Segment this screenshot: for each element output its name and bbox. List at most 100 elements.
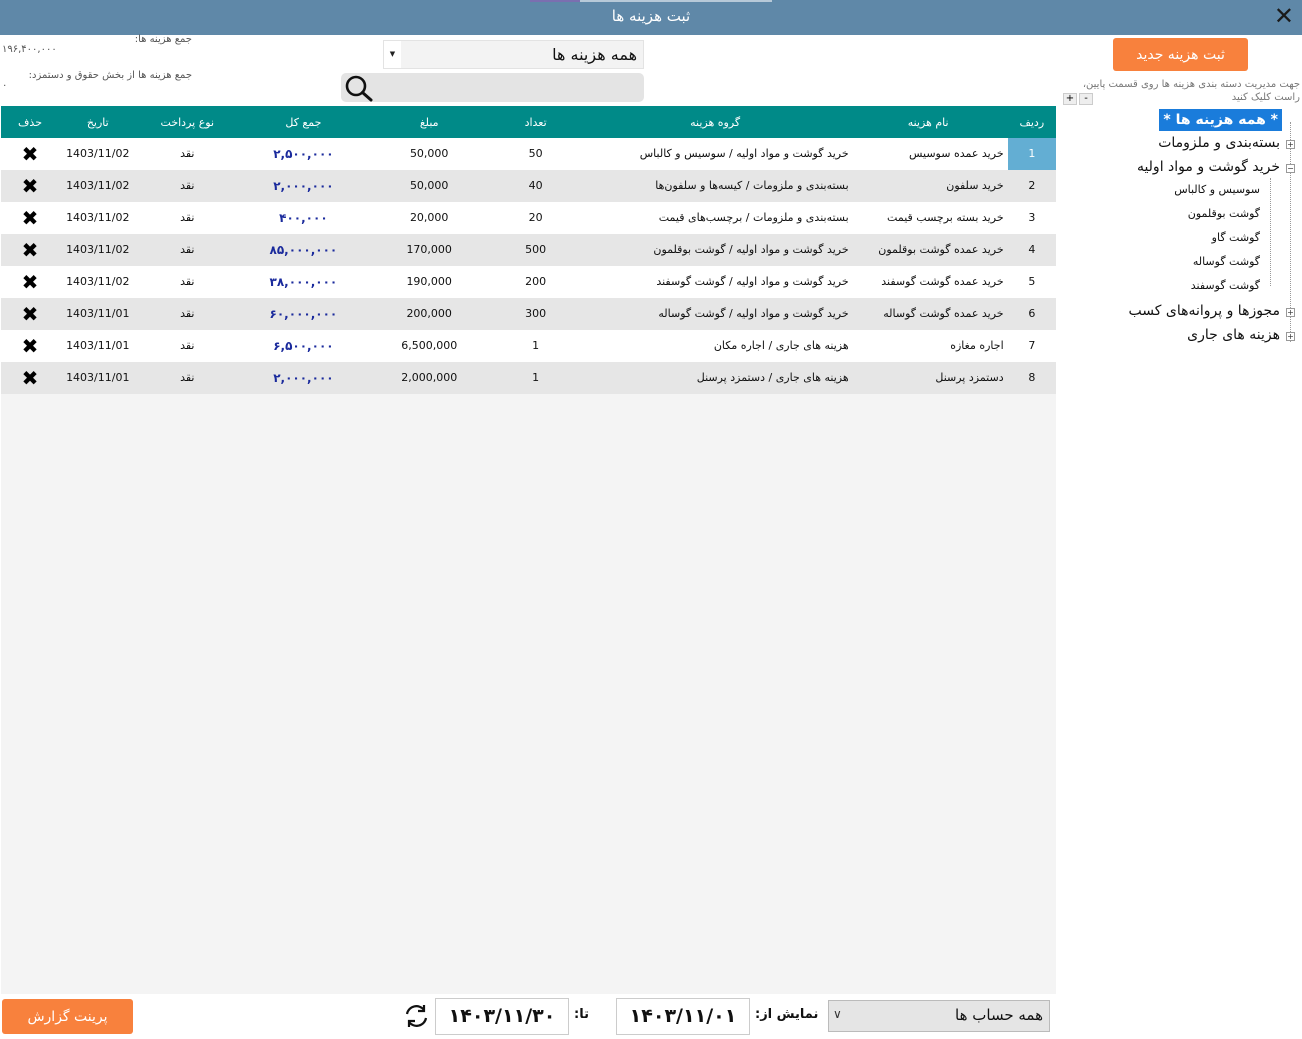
row-amount: 6,500,000 <box>401 339 458 352</box>
row-total: ۳۸,۰۰۰,۰۰۰ <box>269 275 338 289</box>
row-group: بسته‌بندی و ملزومات / کیسه‌ها و سلفون‌ها <box>655 179 849 192</box>
row-date: 1403/11/01 <box>66 339 130 352</box>
delete-icon[interactable]: ✖ <box>22 174 39 198</box>
tree-item-sausage[interactable]: سوسیس و کالباس <box>1174 183 1260 196</box>
delete-icon[interactable]: ✖ <box>22 302 39 326</box>
table-row[interactable]: 4 خرید عمده گوشت بوقلمون خرید گوشت و موا… <box>1 234 1056 266</box>
title-accent <box>580 0 772 2</box>
header-pay[interactable]: نوع پرداخت <box>136 106 238 138</box>
close-icon[interactable]: ✕ <box>1274 4 1294 28</box>
row-idx: 1 <box>1007 138 1056 170</box>
row-total: ۴۰۰,۰۰۰ <box>279 211 328 225</box>
row-group: خرید گوشت و مواد اولیه / گوشت گوساله <box>658 307 849 320</box>
table-row[interactable]: 8 دستمزد پرسنل هزینه های جاری / دستمزد پ… <box>1 362 1056 394</box>
tree-item-beef[interactable]: گوشت گاو <box>1212 231 1260 244</box>
expand-icon[interactable]: + <box>1286 140 1295 149</box>
header-del[interactable]: حذف <box>1 106 59 138</box>
header-date[interactable]: تاریخ <box>59 106 136 138</box>
row-pay: نقد <box>180 371 195 384</box>
delete-icon[interactable]: ✖ <box>22 238 39 262</box>
row-date: 1403/11/02 <box>66 275 130 288</box>
tree-item-turkey[interactable]: گوشت بوقلمون <box>1188 207 1260 220</box>
tree-item-veal[interactable]: گوشت گوساله <box>1193 255 1260 268</box>
salary-sum-value: ۰ <box>2 80 8 91</box>
expense-table: ردیف نام هزینه گروه هزینه تعداد مبلغ جمع… <box>1 106 1056 994</box>
row-pay: نقد <box>180 275 195 288</box>
row-date: 1403/11/01 <box>66 307 130 320</box>
search-icon[interactable] <box>344 74 374 102</box>
row-amount: 200,000 <box>406 307 452 320</box>
delete-icon[interactable]: ✖ <box>22 366 39 390</box>
row-idx: 2 <box>1028 179 1036 192</box>
table-row[interactable]: 7 اجاره مغازه هزینه های جاری / اجاره مکا… <box>1 330 1056 362</box>
row-pay: نقد <box>180 211 195 224</box>
row-pay: نقد <box>180 179 195 192</box>
dropdown-arrow-icon[interactable]: ▼ <box>384 41 401 68</box>
row-total: ۶۰,۰۰۰,۰۰۰ <box>269 307 338 321</box>
table-row[interactable]: 3 خرید بسته برچسب قیمت بسته‌بندی و ملزوم… <box>1 202 1056 234</box>
table-row[interactable]: 2 خرید سلفون بسته‌بندی و ملزومات / کیسه‌… <box>1 170 1056 202</box>
header-qty[interactable]: تعداد <box>490 106 582 138</box>
account-dropdown-value: همه حساب ها <box>955 1006 1043 1024</box>
from-date-label: نمایش از: <box>755 1007 819 1022</box>
row-group: خرید گوشت و مواد اولیه / سوسیس و کالباس <box>639 147 849 160</box>
row-idx: 8 <box>1028 371 1036 384</box>
chevron-down-icon[interactable]: ∨ <box>833 1007 842 1021</box>
row-pay: نقد <box>180 243 195 256</box>
print-report-button[interactable]: پرینت گزارش <box>2 999 133 1034</box>
title-bar: ثبت هزینه ها ✕ <box>0 0 1302 35</box>
row-amount: 50,000 <box>409 147 449 160</box>
row-group: هزینه های جاری / اجاره مکان <box>713 339 849 352</box>
delete-icon[interactable]: ✖ <box>22 206 39 230</box>
expand-all-button[interactable]: + <box>1063 93 1077 105</box>
tree-item-running-costs[interactable]: هزینه های جاری <box>1187 327 1280 343</box>
row-total: ۲,۰۰۰,۰۰۰ <box>273 179 334 193</box>
header-total[interactable]: جمع کل <box>238 106 369 138</box>
row-amount: 190,000 <box>406 275 452 288</box>
table-row[interactable]: 5 خرید عمده گوشت گوسفند خرید گوشت و مواد… <box>1 266 1056 298</box>
table-row[interactable]: 1 خرید عمده سوسیس خرید گوشت و مواد اولیه… <box>1 138 1056 170</box>
delete-icon[interactable]: ✖ <box>22 142 39 166</box>
row-qty: 20 <box>528 211 543 224</box>
row-name: خرید عمده گوشت گوسفند <box>881 275 1004 288</box>
new-expense-button[interactable]: ثبت هزینه جدید <box>1113 38 1248 71</box>
row-amount: 2,000,000 <box>401 371 458 384</box>
row-date: 1403/11/02 <box>66 147 130 160</box>
search-input[interactable] <box>381 73 641 102</box>
row-pay: نقد <box>180 147 195 160</box>
row-qty: 300 <box>525 307 547 320</box>
row-idx: 3 <box>1028 211 1036 224</box>
row-name: خرید عمده گوشت گوساله <box>883 307 1004 320</box>
expense-filter-dropdown[interactable]: ▼ همه هزینه ها <box>383 40 644 69</box>
collapse-all-button[interactable]: - <box>1079 93 1093 105</box>
account-dropdown[interactable]: ∨ همه حساب ها <box>828 1000 1050 1032</box>
collapse-icon[interactable]: − <box>1286 164 1295 173</box>
expand-icon[interactable]: + <box>1286 308 1295 317</box>
search-box <box>341 73 644 102</box>
header-name[interactable]: نام هزینه <box>853 106 1008 138</box>
header-amount[interactable]: مبلغ <box>369 106 490 138</box>
delete-icon[interactable]: ✖ <box>22 270 39 294</box>
delete-icon[interactable]: ✖ <box>22 334 39 358</box>
row-total: ۶,۵۰۰,۰۰۰ <box>273 339 334 353</box>
tree-item-packaging[interactable]: بسته‌بندی و ملزومات <box>1158 135 1280 151</box>
tree-item-mutton[interactable]: گوشت گوسفند <box>1191 279 1260 292</box>
tree-root-all-expenses[interactable]: * همه هزینه ها * <box>1159 109 1282 131</box>
expand-icon[interactable]: + <box>1286 332 1295 341</box>
refresh-icon[interactable] <box>403 1004 430 1028</box>
header-group[interactable]: گروه هزینه <box>582 106 853 138</box>
header-idx[interactable]: ردیف <box>1008 106 1056 138</box>
table-row[interactable]: 6 خرید عمده گوشت گوساله خرید گوشت و مواد… <box>1 298 1056 330</box>
tree-item-meat[interactable]: خرید گوشت و مواد اولیه <box>1137 159 1280 175</box>
to-date-input[interactable]: ۱۴۰۳/۱۱/۳۰ <box>435 998 569 1035</box>
row-total: ۲,۵۰۰,۰۰۰ <box>273 147 334 161</box>
expense-filter-value: همه هزینه ها <box>552 45 637 64</box>
row-qty: 1 <box>532 339 540 352</box>
row-idx: 5 <box>1028 275 1036 288</box>
row-name: خرید عمده گوشت بوقلمون <box>878 243 1004 256</box>
tree-item-licenses[interactable]: مجوزها و پروانه‌های کسب <box>1129 303 1280 319</box>
category-hint: جهت مدیریت دسته بندی هزینه ها روی قسمت پ… <box>1082 79 1300 103</box>
row-pay: نقد <box>180 307 195 320</box>
from-date-input[interactable]: ۱۴۰۳/۱۱/۰۱ <box>616 998 750 1035</box>
table-header: ردیف نام هزینه گروه هزینه تعداد مبلغ جمع… <box>1 106 1056 138</box>
